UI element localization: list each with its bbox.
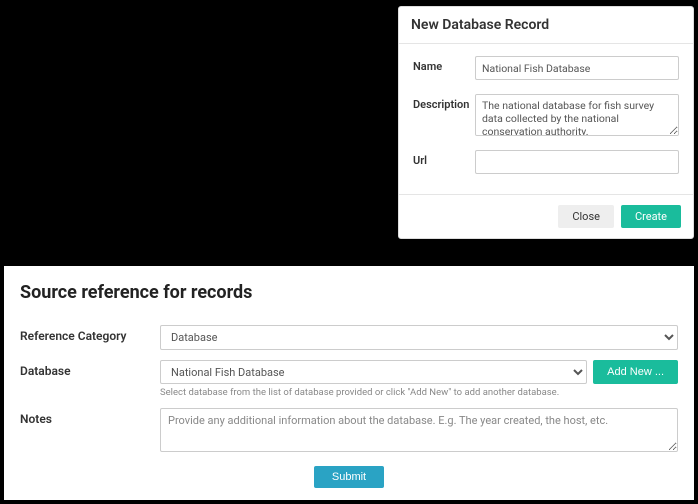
reference-category-row: Reference Category Database	[20, 325, 678, 350]
name-input[interactable]	[475, 56, 679, 80]
database-select[interactable]: National Fish Database	[160, 360, 587, 384]
modal-footer: Close Create	[399, 194, 693, 238]
add-new-button[interactable]: Add New ...	[593, 360, 678, 384]
description-row: Description The national database for fi…	[413, 94, 679, 136]
create-button[interactable]: Create	[621, 205, 681, 228]
notes-row: Notes	[20, 408, 678, 452]
new-database-record-modal: New Database Record Name Description The…	[398, 6, 694, 239]
name-row: Name	[413, 56, 679, 80]
name-label: Name	[413, 56, 475, 73]
source-reference-panel: Source reference for records Reference C…	[4, 266, 694, 500]
description-input[interactable]: The national database for fish survey da…	[475, 94, 679, 136]
reference-category-select[interactable]: Database	[160, 325, 678, 350]
description-label: Description	[413, 94, 475, 111]
close-button[interactable]: Close	[558, 205, 614, 228]
submit-button[interactable]: Submit	[314, 466, 384, 488]
notes-label: Notes	[20, 408, 160, 426]
modal-title: New Database Record	[399, 7, 693, 44]
database-label: Database	[20, 360, 160, 378]
database-helper-text: Select database from the list of databas…	[160, 387, 678, 398]
database-row: Database National Fish Database Add New …	[20, 360, 678, 398]
url-row: Url	[413, 150, 679, 174]
url-input[interactable]	[475, 150, 679, 174]
url-label: Url	[413, 150, 475, 167]
panel-title: Source reference for records	[20, 282, 678, 303]
notes-input[interactable]	[160, 408, 678, 452]
reference-category-label: Reference Category	[20, 325, 160, 343]
submit-row: Submit	[20, 466, 678, 488]
modal-body: Name Description The national database f…	[399, 44, 693, 194]
